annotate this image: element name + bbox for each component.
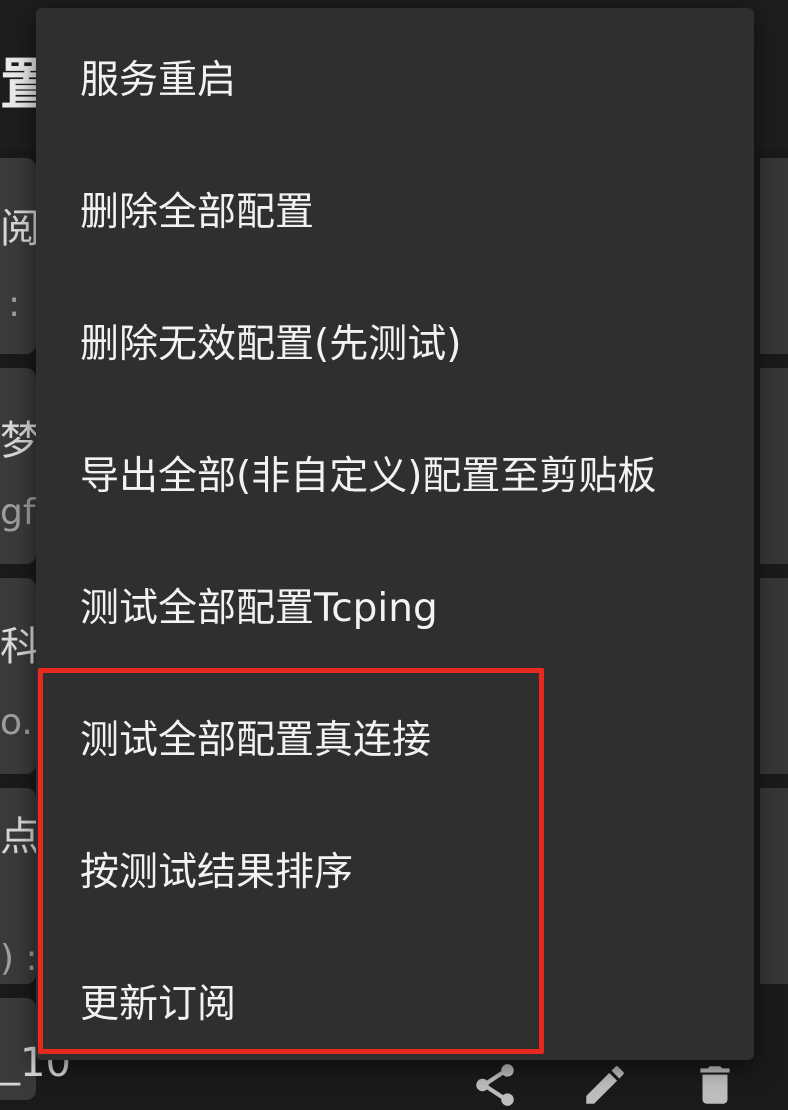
- list-item-name: 梦: [0, 418, 40, 464]
- delete-icon[interactable]: [690, 1060, 740, 1110]
- overflow-menu: 服务重启 删除全部配置 删除无效配置(先测试) 导出全部(非自定义)配置至剪贴板…: [36, 8, 754, 1060]
- menu-item-label: 测试全部配置Tcping: [80, 586, 438, 631]
- list-item-edge: [760, 158, 788, 354]
- menu-item-update-subscription[interactable]: 更新订阅: [36, 946, 754, 1056]
- list-item-edge: [760, 788, 788, 984]
- menu-item-label: 删除全部配置: [80, 190, 315, 235]
- menu-item-label: 测试全部配置真连接: [80, 718, 432, 763]
- menu-item-label: 删除无效配置(先测试): [80, 322, 462, 367]
- menu-item-restart-service[interactable]: 服务重启: [36, 22, 754, 132]
- menu-item-export-to-clipboard[interactable]: 导出全部(非自定义)配置至剪贴板: [36, 418, 754, 528]
- menu-item-label: 更新订阅: [80, 982, 237, 1027]
- list-item[interactable]: [0, 368, 36, 564]
- list-item-edge: [760, 578, 788, 774]
- menu-item-delete-all-configs[interactable]: 删除全部配置: [36, 154, 754, 264]
- edit-icon[interactable]: [580, 1060, 630, 1110]
- menu-item-test-tcping[interactable]: 测试全部配置Tcping: [36, 550, 754, 660]
- list-item-address: ) :: [0, 938, 38, 979]
- menu-item-delete-invalid-configs[interactable]: 删除无效配置(先测试): [36, 286, 754, 396]
- item-action-bar: [470, 1060, 740, 1110]
- menu-item-label: 服务重启: [80, 58, 237, 103]
- menu-item-test-real-delay[interactable]: 测试全部配置真连接: [36, 682, 754, 792]
- list-item-address: :: [8, 284, 21, 325]
- list-item-name: 阅: [0, 206, 40, 252]
- share-icon[interactable]: [470, 1060, 520, 1110]
- menu-item-label: 按测试结果排序: [80, 850, 354, 895]
- list-item[interactable]: [0, 578, 36, 774]
- menu-item-label: 导出全部(非自定义)配置至剪贴板: [80, 454, 657, 499]
- menu-item-sort-by-result[interactable]: 按测试结果排序: [36, 814, 754, 924]
- list-item-address: o.: [0, 702, 33, 743]
- list-item-address: gf: [0, 492, 36, 533]
- list-item-edge: [760, 368, 788, 564]
